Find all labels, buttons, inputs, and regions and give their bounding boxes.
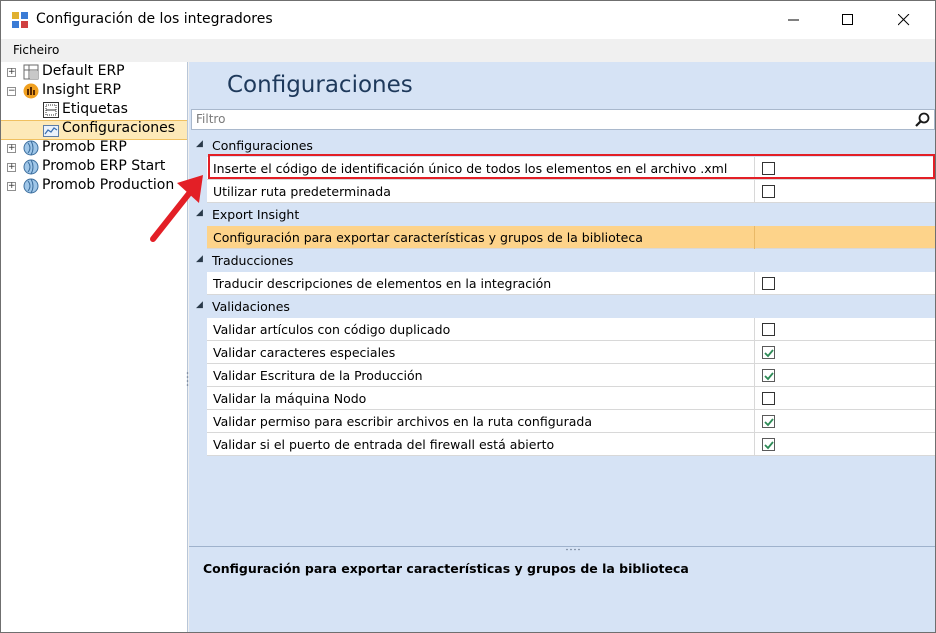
checkmark-icon — [764, 441, 774, 450]
property-row[interactable]: Validar permiso para escribir archivos e… — [207, 410, 935, 433]
close-button[interactable] — [881, 1, 927, 39]
property-row[interactable]: Validar artículos con código duplicado — [207, 318, 935, 341]
column-divider — [754, 433, 755, 456]
property-row[interactable]: Validar si el puerto de entrada del fire… — [207, 433, 935, 456]
property-checkbox-checked[interactable] — [762, 438, 775, 451]
maximize-icon — [842, 14, 853, 25]
tree-node-default-erp[interactable]: + Default ERP — [1, 63, 187, 82]
expand-icon[interactable]: + — [7, 182, 16, 191]
property-label: Validar Escritura de la Producción — [213, 368, 423, 383]
tree-node-insight-erp[interactable]: − Insight ERP — [1, 82, 187, 101]
property-label: Traducir descripciones de elementos en l… — [213, 276, 552, 291]
collapse-icon[interactable]: − — [7, 87, 16, 96]
close-icon — [898, 14, 910, 26]
tree-node-label: Configuraciones — [62, 120, 176, 136]
promob-globe-icon — [23, 178, 39, 194]
checkmark-icon — [764, 418, 774, 427]
property-checkbox[interactable] — [762, 277, 775, 290]
property-label: Validar permiso para escribir archivos e… — [213, 414, 592, 429]
property-row[interactable]: Traducir descripciones de elementos en l… — [207, 272, 935, 295]
description-title: Configuración para exportar característi… — [203, 561, 689, 576]
property-checkbox[interactable] — [762, 323, 775, 336]
property-row-selected[interactable]: Configuración para exportar característi… — [207, 226, 935, 249]
tree-node-label: Promob ERP — [42, 139, 127, 155]
tree-node-label: Insight ERP — [42, 82, 121, 98]
tree-node-configuraciones[interactable]: Configuraciones — [1, 120, 187, 139]
filter-placeholder: Filtro — [196, 112, 226, 126]
column-divider — [754, 272, 755, 295]
property-checkbox[interactable] — [762, 392, 775, 405]
annotation-highlight-box — [208, 154, 935, 179]
column-divider — [754, 226, 755, 249]
property-row[interactable]: Validar la máquina Nodo — [207, 387, 935, 410]
integrator-tree: + Default ERP − Insight ERP Etiquetas Co… — [1, 62, 188, 632]
promob-globe-icon — [23, 159, 39, 175]
property-checkbox-checked[interactable] — [762, 415, 775, 428]
checkmark-icon — [764, 349, 774, 358]
property-label: Validar si el puerto de entrada del fire… — [213, 437, 555, 452]
chart-config-icon — [43, 125, 59, 137]
property-row[interactable]: Validar Escritura de la Producción — [207, 364, 935, 387]
category-label: Validaciones — [212, 299, 290, 314]
category-label: Traducciones — [212, 253, 294, 268]
collapse-arrow-icon[interactable]: ◢ — [196, 254, 203, 264]
maximize-button[interactable] — [825, 1, 871, 39]
collapse-arrow-icon[interactable]: ◢ — [196, 300, 203, 310]
property-checkbox-checked[interactable] — [762, 369, 775, 382]
property-label: Utilizar ruta predeterminada — [213, 184, 391, 199]
promob-globe-icon — [23, 140, 39, 156]
insight-factory-icon — [23, 83, 39, 99]
column-divider — [754, 387, 755, 410]
column-divider — [754, 364, 755, 387]
category-validaciones[interactable]: ◢ Validaciones — [191, 295, 935, 318]
checkmark-icon — [764, 372, 774, 381]
menu-ficheiro[interactable]: Ficheiro — [13, 43, 59, 57]
annotation-arrow-icon — [150, 175, 203, 242]
column-divider — [754, 180, 755, 203]
page-title: Configuraciones — [227, 72, 413, 98]
category-label: Export Insight — [212, 207, 300, 222]
column-divider — [754, 318, 755, 341]
title-bar: Configuración de los integradores — [1, 1, 935, 39]
property-label: Validar la máquina Nodo — [213, 391, 367, 406]
property-label: Configuración para exportar característi… — [213, 230, 643, 245]
tree-node-label: Default ERP — [42, 63, 125, 79]
collapse-arrow-icon[interactable]: ◢ — [196, 139, 203, 149]
property-checkbox[interactable] — [762, 185, 775, 198]
property-label: Validar artículos con código duplicado — [213, 322, 451, 337]
property-row[interactable]: Validar caracteres especiales — [207, 341, 935, 364]
tree-node-promob-erp[interactable]: + Promob ERP — [1, 139, 187, 158]
category-label: Configuraciones — [212, 138, 313, 153]
window-title: Configuración de los integradores — [36, 11, 273, 27]
category-traducciones[interactable]: ◢ Traducciones — [191, 249, 935, 272]
property-label: Validar caracteres especiales — [213, 345, 396, 360]
property-checkbox-checked[interactable] — [762, 346, 775, 359]
expand-icon[interactable]: + — [7, 163, 16, 172]
expand-icon[interactable]: + — [7, 68, 16, 77]
expand-icon[interactable]: + — [7, 144, 16, 153]
tree-node-label: Etiquetas — [62, 101, 128, 117]
erp-grid-icon — [23, 64, 39, 80]
column-divider — [754, 410, 755, 433]
property-row[interactable]: Utilizar ruta predeterminada — [207, 180, 935, 203]
description-panel: Configuración para exportar característi… — [189, 551, 935, 632]
label-icon — [43, 102, 59, 118]
category-export-insight[interactable]: ◢ Export Insight — [191, 203, 935, 226]
app-window: Configuración de los integradores Fichei… — [0, 0, 936, 633]
minimize-button[interactable] — [771, 1, 817, 39]
app-icon — [12, 12, 28, 28]
menu-bar: Ficheiro — [1, 39, 935, 62]
column-divider — [754, 341, 755, 364]
minimize-icon — [788, 19, 799, 21]
search-icon[interactable] — [915, 112, 930, 127]
filter-input[interactable]: Filtro — [191, 109, 935, 130]
tree-node-etiquetas[interactable]: Etiquetas — [1, 101, 187, 120]
